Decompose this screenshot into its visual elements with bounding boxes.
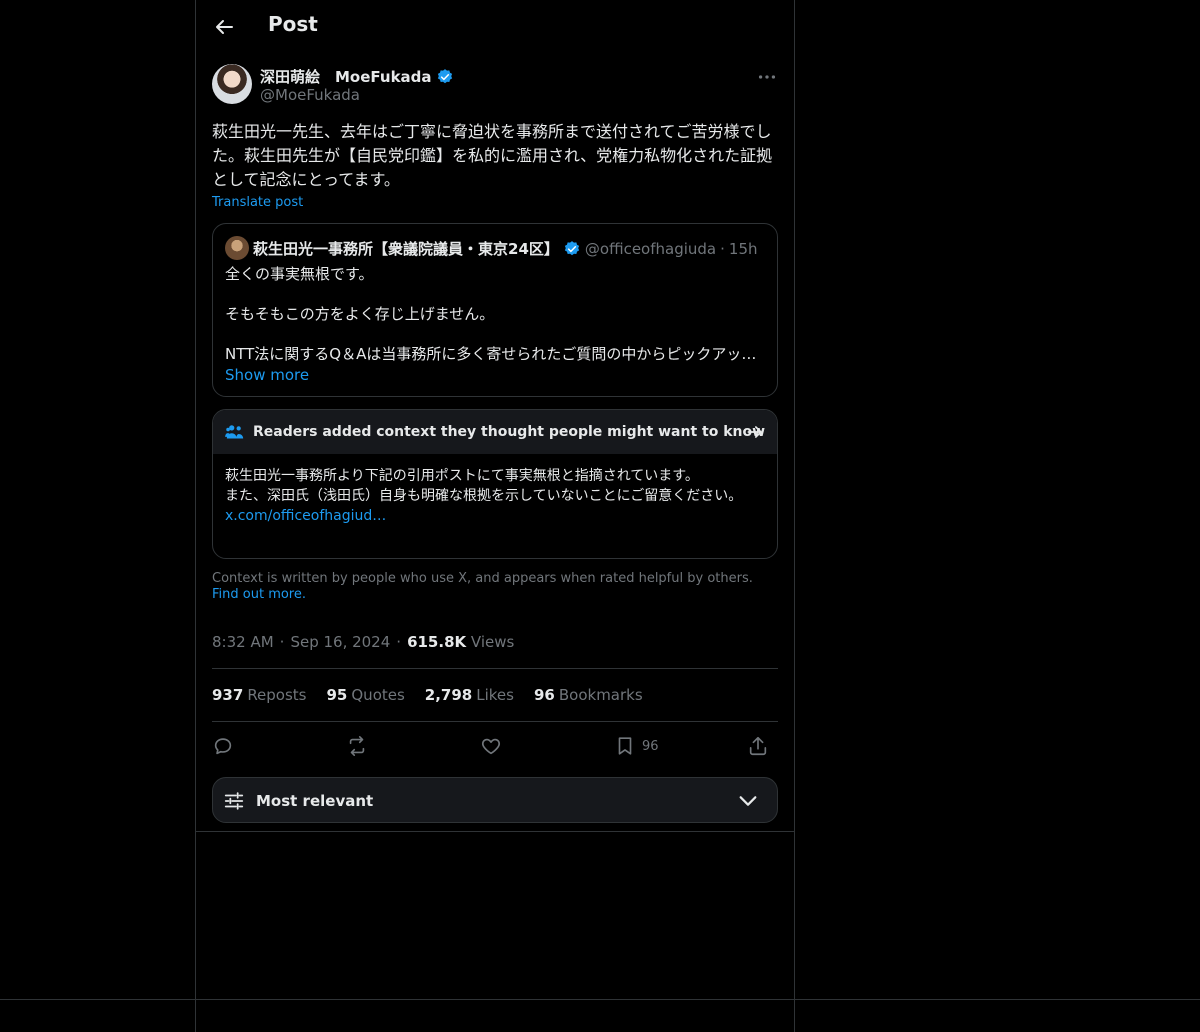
quote-avatar: [225, 236, 249, 260]
meta-separator: ·: [396, 633, 402, 651]
quotes-label: Quotes: [351, 686, 405, 704]
repost-icon: [349, 736, 365, 756]
community-note: Readers added context they thought peopl…: [212, 409, 778, 559]
more-icon[interactable]: [756, 66, 778, 88]
author-name-row[interactable]: 深田萌絵 MoeFukada: [260, 66, 454, 87]
quote-separator: ·: [720, 239, 725, 258]
avatar[interactable]: [212, 64, 252, 104]
like-button[interactable]: [480, 734, 502, 758]
author-block: 深田萌絵 MoeFukada @MoeFukada: [212, 64, 778, 108]
column-border: [794, 832, 795, 1032]
quote-author-name: 萩生田光一事務所【衆議院議員・東京24区】: [253, 240, 559, 258]
quoted-post[interactable]: 萩生田光一事務所【衆議院議員・東京24区】 @officeofhagiuda ·…: [212, 223, 778, 397]
note-line: また、深田氏（浅田氏）自身も明確な根拠を示していないことにご留意ください。: [225, 488, 743, 504]
context-text: Context is written by people who use X, …: [212, 571, 753, 586]
views-label: Views: [470, 633, 515, 651]
quotes-stat[interactable]: 95 Quotes: [327, 686, 405, 704]
people-icon: [225, 425, 244, 439]
reply-icon: [214, 738, 232, 755]
sliders-icon: [224, 792, 244, 810]
post-date[interactable]: Sep 16, 2024: [290, 633, 390, 651]
bookmark-count: 96: [642, 738, 659, 754]
share-button[interactable]: [747, 734, 769, 758]
quote-line: NTT法に関するQ＆Aは当事務所に多く寄せられたご質問の中からピックアップ…: [225, 345, 765, 363]
author-name[interactable]: 深田萌絵 MoeFukada: [260, 66, 432, 87]
community-note-body: 萩生田光一事務所より下記の引用ポストにて事実無根と指摘されています。 また、深田…: [225, 466, 765, 526]
share-icon: [749, 736, 767, 756]
likes-count: 2,798: [424, 686, 473, 704]
divider: [212, 668, 778, 669]
context-disclaimer: Context is written by people who use X, …: [212, 571, 778, 603]
post-time[interactable]: 8:32 AM: [212, 633, 274, 651]
chevron-down-icon: [739, 796, 757, 806]
column-border: [195, 832, 196, 1032]
bookmark-button[interactable]: 96: [614, 734, 659, 758]
community-note-header[interactable]: Readers added context they thought peopl…: [213, 410, 777, 454]
post-text: 萩生田光一先生、去年はご丁寧に脅迫状を事務所まで送付されてご苦労様でした。萩生田…: [212, 122, 773, 189]
likes-label: Likes: [476, 686, 514, 704]
post-meta: 8:32 AM · Sep 16, 2024 · 615.8K Views: [212, 633, 514, 651]
translate-post-link[interactable]: Translate post: [212, 195, 303, 210]
post-column: Post 深田萌絵 MoeFukada @MoeFukada 萩生田光一先生、去…: [195, 0, 795, 832]
community-note-title: Readers added context they thought peopl…: [253, 424, 766, 440]
page-title: Post: [268, 12, 318, 36]
bookmark-icon: [618, 737, 632, 755]
reply-button[interactable]: [212, 734, 234, 758]
quote-line: 全くの事実無根です。: [225, 265, 374, 283]
sort-label: Most relevant: [256, 792, 374, 810]
find-out-more-link[interactable]: Find out more.: [212, 587, 306, 602]
note-line: 萩生田光一事務所より下記の引用ポストにて事実無根と指摘されています。: [225, 468, 699, 484]
bookmarks-label: Bookmarks: [558, 686, 643, 704]
verified-badge-icon: [437, 68, 452, 83]
quote-header: 萩生田光一事務所【衆議院議員・東京24区】 @officeofhagiuda ·…: [253, 238, 758, 259]
author-handle[interactable]: @MoeFukada: [260, 86, 360, 104]
back-arrow-icon[interactable]: [212, 15, 236, 39]
verified-badge-icon: [564, 240, 580, 255]
header-bar: Post: [196, 0, 794, 54]
reposts-stat[interactable]: 937 Reposts: [212, 686, 307, 704]
quotes-count: 95: [326, 686, 348, 704]
arrow-right-icon: [747, 426, 762, 438]
reposts-count: 937: [212, 686, 244, 704]
views: 615.8K Views: [407, 633, 514, 651]
like-icon: [481, 738, 501, 755]
bookmarks-stat[interactable]: 96 Bookmarks: [534, 686, 643, 704]
sort-replies-dropdown[interactable]: Most relevant: [212, 777, 778, 823]
quote-text: 全くの事実無根です。 そもそもこの方をよく存じ上げません。 NTT法に関するQ＆…: [225, 264, 765, 364]
action-bar: 96: [212, 734, 778, 758]
quote-time: 15h: [728, 239, 758, 258]
meta-separator: ·: [279, 633, 285, 651]
bookmarks-count: 96: [533, 686, 555, 704]
show-more-link[interactable]: Show more: [225, 366, 309, 384]
divider: [0, 999, 1200, 1000]
note-link[interactable]: x.com/officeofhagiud…: [225, 506, 765, 526]
likes-stat[interactable]: 2,798 Likes: [425, 686, 514, 704]
views-count: 615.8K: [407, 633, 467, 651]
quote-line: そもそもこの方をよく存じ上げません。: [225, 305, 495, 323]
engagement-stats: 937 Reposts 95 Quotes 2,798 Likes 96 Bookmar…: [212, 686, 643, 704]
divider: [212, 721, 778, 722]
repost-button[interactable]: [346, 734, 368, 758]
reposts-label: Reposts: [247, 686, 307, 704]
quote-handle: @officeofhagiuda: [584, 239, 717, 258]
